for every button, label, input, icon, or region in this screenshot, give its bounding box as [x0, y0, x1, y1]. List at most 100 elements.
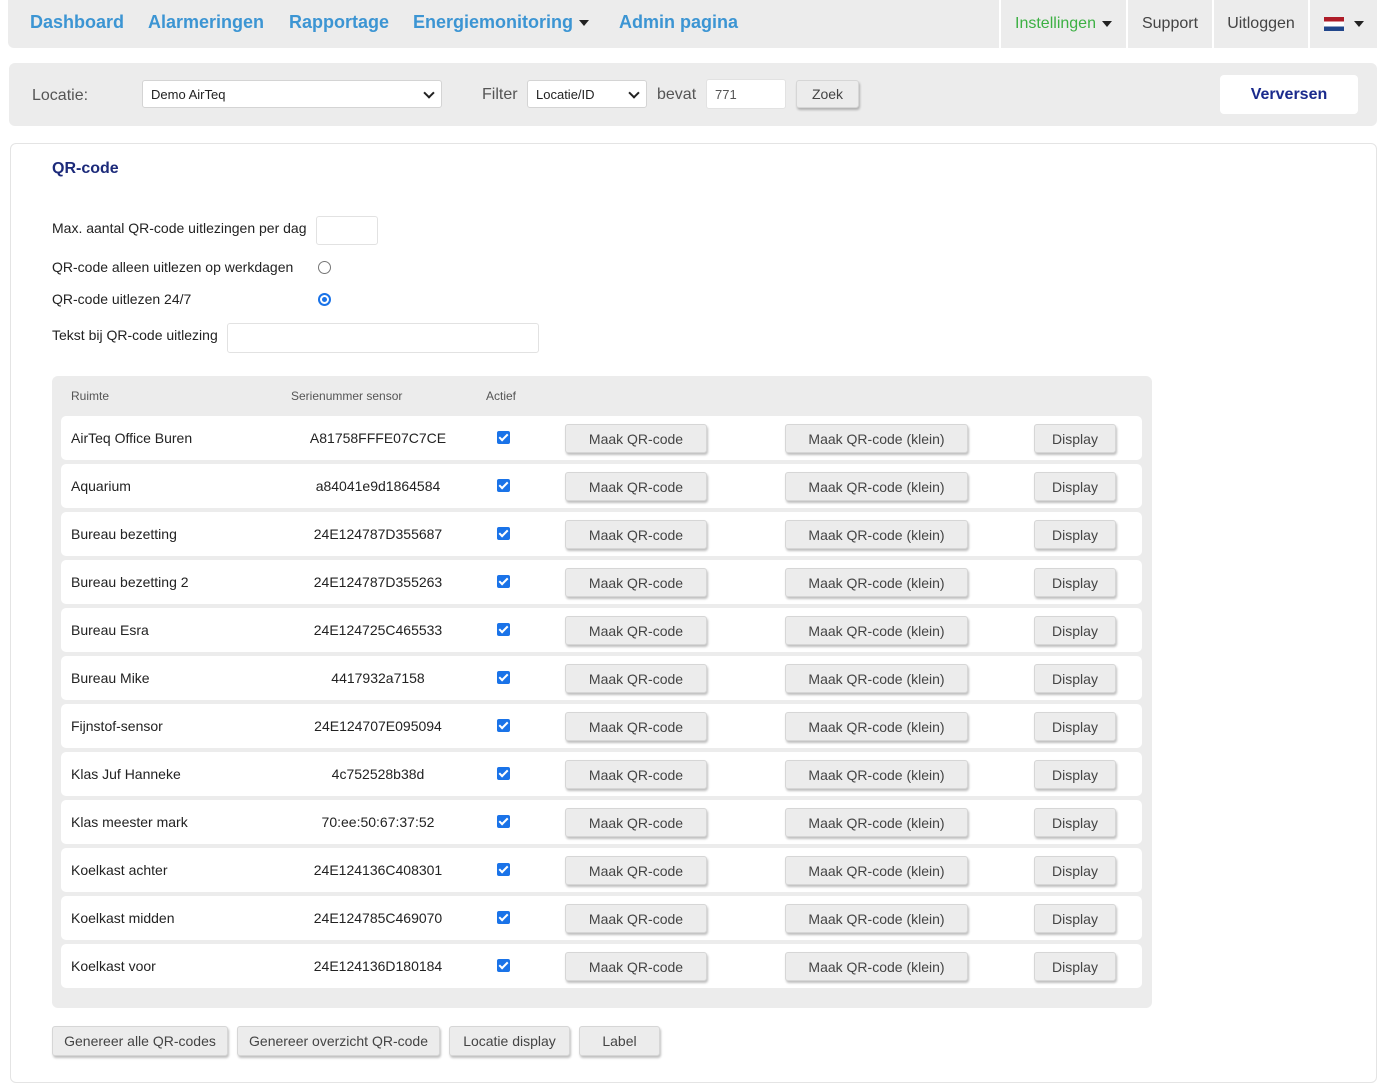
display-button[interactable]: Display [1034, 664, 1116, 693]
max-reads-input[interactable] [316, 216, 378, 245]
filter-label: Filter [482, 86, 518, 103]
display-button[interactable]: Display [1034, 952, 1116, 981]
make-qr-button[interactable]: Maak QR-code [565, 760, 707, 789]
column-header-serial: Serienummer sensor [291, 389, 403, 403]
active-checkbox[interactable] [497, 911, 510, 924]
location-display-button[interactable]: Locatie display [449, 1026, 570, 1056]
filter-select-value: Locatie/ID [536, 87, 595, 102]
sensor-serial: a84041e9d1864584 [315, 478, 441, 494]
workdays-label: QR-code alleen uitlezen op werkdagen [52, 259, 294, 275]
nav-settings[interactable]: Instellingen [999, 0, 1126, 48]
active-checkbox[interactable] [497, 959, 510, 972]
table-row: AirTeq Office Buren A81758FFFE07C7CE Maa… [61, 416, 1142, 460]
max-reads-label: Max. aantal QR-code uitlezingen per dag [52, 220, 307, 236]
display-button[interactable]: Display [1034, 904, 1116, 933]
sensor-serial: 24E124787D355263 [313, 574, 443, 590]
make-qr-button[interactable]: Maak QR-code [565, 472, 707, 501]
refresh-button[interactable]: Verversen [1220, 75, 1358, 114]
nav-alarms[interactable]: Alarmeringen [148, 12, 264, 33]
nav-admin[interactable]: Admin pagina [619, 12, 738, 33]
display-button[interactable]: Display [1034, 760, 1116, 789]
make-qr-button[interactable]: Maak QR-code [565, 424, 707, 453]
search-input[interactable]: 771 [706, 79, 786, 109]
contains-label: bevat [657, 86, 697, 103]
active-checkbox[interactable] [497, 671, 510, 684]
make-qr-button[interactable]: Maak QR-code [565, 616, 707, 645]
location-select-value: Demo AirTeq [151, 87, 226, 102]
make-small-qr-button[interactable]: Maak QR-code (klein) [785, 472, 968, 501]
table-row: Klas Juf Hanneke 4c752528b38d Maak QR-co… [61, 752, 1142, 796]
make-small-qr-button[interactable]: Maak QR-code (klein) [785, 664, 968, 693]
nav-energy-monitoring[interactable]: Energiemonitoring [413, 12, 590, 33]
make-small-qr-button[interactable]: Maak QR-code (klein) [785, 712, 968, 741]
scan-text-input[interactable] [227, 323, 539, 353]
language-selector[interactable] [1308, 0, 1377, 48]
display-button[interactable]: Display [1034, 712, 1116, 741]
table-row: Koelkast midden 24E124785C469070 Maak QR… [61, 896, 1142, 940]
make-small-qr-button[interactable]: Maak QR-code (klein) [785, 856, 968, 885]
make-small-qr-button[interactable]: Maak QR-code (klein) [785, 952, 968, 981]
filter-select[interactable]: Locatie/ID [527, 80, 647, 108]
make-qr-button[interactable]: Maak QR-code [565, 712, 707, 741]
active-checkbox[interactable] [497, 575, 510, 588]
chevron-down-icon [579, 20, 590, 27]
active-checkbox[interactable] [497, 431, 510, 444]
display-button[interactable]: Display [1034, 856, 1116, 885]
table-row: Bureau bezetting 2 24E124787D355263 Maak… [61, 560, 1142, 604]
generate-all-qr-button[interactable]: Genereer alle QR-codes [52, 1026, 228, 1056]
table-row: Koelkast voor 24E124136D180184 Maak QR-c… [61, 944, 1142, 988]
make-small-qr-button[interactable]: Maak QR-code (klein) [785, 808, 968, 837]
active-checkbox[interactable] [497, 767, 510, 780]
make-qr-button[interactable]: Maak QR-code [565, 808, 707, 837]
make-small-qr-button[interactable]: Maak QR-code (klein) [785, 760, 968, 789]
make-small-qr-button[interactable]: Maak QR-code (klein) [785, 616, 968, 645]
sensor-serial: 24E124707E095094 [314, 718, 442, 734]
active-checkbox[interactable] [497, 719, 510, 732]
active-checkbox[interactable] [497, 527, 510, 540]
display-button[interactable]: Display [1034, 616, 1116, 645]
generate-overview-qr-button[interactable]: Genereer overzicht QR-code [237, 1026, 440, 1056]
active-checkbox[interactable] [497, 863, 510, 876]
search-button[interactable]: Zoek [796, 80, 859, 108]
make-qr-button[interactable]: Maak QR-code [565, 952, 707, 981]
active-checkbox[interactable] [497, 479, 510, 492]
always-radio[interactable] [318, 293, 331, 306]
workdays-radio[interactable] [318, 261, 331, 274]
location-select[interactable]: Demo AirTeq [142, 80, 442, 108]
make-small-qr-button[interactable]: Maak QR-code (klein) [785, 520, 968, 549]
table-row: Koelkast achter 24E124136C408301 Maak QR… [61, 848, 1142, 892]
room-name: Klas Juf Hanneke [71, 766, 181, 782]
active-checkbox[interactable] [497, 815, 510, 828]
chevron-down-icon [628, 87, 640, 99]
make-qr-button[interactable]: Maak QR-code [565, 856, 707, 885]
make-small-qr-button[interactable]: Maak QR-code (klein) [785, 424, 968, 453]
always-label: QR-code uitlezen 24/7 [52, 291, 192, 307]
make-small-qr-button[interactable]: Maak QR-code (klein) [785, 568, 968, 597]
nav-dashboard[interactable]: Dashboard [30, 12, 124, 33]
chevron-down-icon [1101, 21, 1112, 27]
nav-settings-label: Instellingen [1015, 15, 1096, 32]
section-title: QR-code [52, 160, 119, 177]
make-qr-button[interactable]: Maak QR-code [565, 664, 707, 693]
label-button[interactable]: Label [579, 1026, 660, 1056]
table-row: Bureau Mike 4417932a7158 Maak QR-code Ma… [61, 656, 1142, 700]
nav-reports[interactable]: Rapportage [289, 12, 389, 33]
make-small-qr-button[interactable]: Maak QR-code (klein) [785, 904, 968, 933]
sensor-serial: 24E124785C469070 [313, 910, 443, 926]
room-name: Aquarium [71, 478, 131, 494]
nav-support[interactable]: Support [1126, 0, 1212, 48]
table-row: Klas meester mark 70:ee:50:67:37:52 Maak… [61, 800, 1142, 844]
chevron-down-icon [423, 87, 435, 99]
display-button[interactable]: Display [1034, 472, 1116, 501]
make-qr-button[interactable]: Maak QR-code [565, 520, 707, 549]
active-checkbox[interactable] [497, 623, 510, 636]
display-button[interactable]: Display [1034, 808, 1116, 837]
make-qr-button[interactable]: Maak QR-code [565, 904, 707, 933]
display-button[interactable]: Display [1034, 568, 1116, 597]
display-button[interactable]: Display [1034, 424, 1116, 453]
room-name: AirTeq Office Buren [71, 430, 193, 446]
sensor-serial: 4417932a7158 [331, 670, 425, 686]
make-qr-button[interactable]: Maak QR-code [565, 568, 707, 597]
nav-logout[interactable]: Uitloggen [1212, 0, 1308, 48]
display-button[interactable]: Display [1034, 520, 1116, 549]
